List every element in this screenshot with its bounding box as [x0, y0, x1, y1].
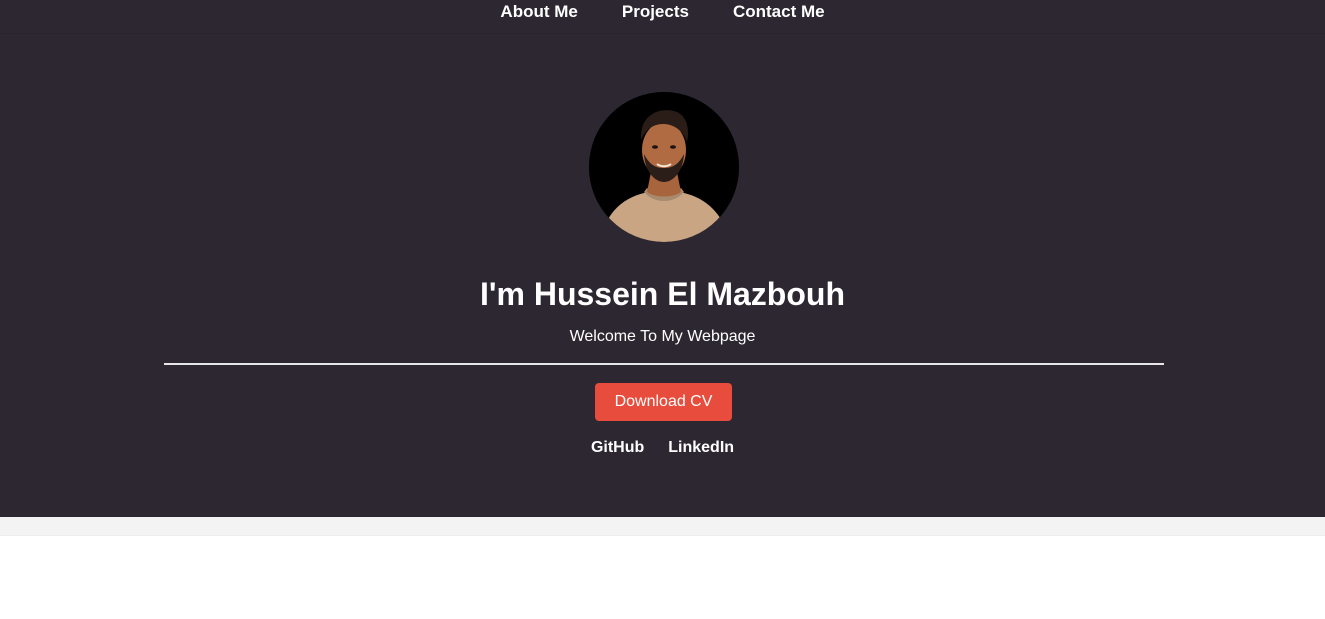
- download-cv-button[interactable]: Download CV: [595, 383, 732, 421]
- top-navbar: About Me Projects Contact Me: [0, 0, 1325, 34]
- page-title: I'm Hussein El Mazbouh: [480, 276, 845, 312]
- section-separator-band: [0, 517, 1325, 536]
- linkedin-link[interactable]: LinkedIn: [668, 438, 734, 458]
- profile-photo: [589, 92, 739, 242]
- nav-item-about-me[interactable]: About Me: [478, 3, 599, 21]
- github-link[interactable]: GitHub: [591, 438, 644, 458]
- nav-item-projects[interactable]: Projects: [600, 3, 711, 21]
- nav-item-contact-me[interactable]: Contact Me: [711, 3, 847, 21]
- hero-section: I'm Hussein El Mazbouh Welcome To My Web…: [0, 34, 1325, 517]
- social-links: GitHub LinkedIn: [0, 438, 1325, 458]
- divider: [164, 363, 1164, 365]
- nav-links: About Me Projects Contact Me: [478, 0, 846, 21]
- avatar: [589, 92, 739, 242]
- page-subtitle: Welcome To My Webpage: [569, 328, 756, 345]
